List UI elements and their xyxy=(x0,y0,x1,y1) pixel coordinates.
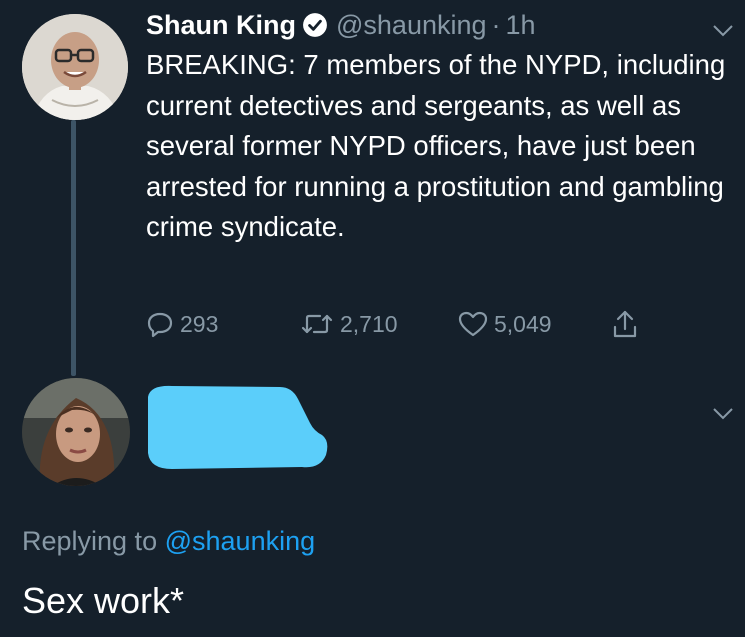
redacted-username-scribble xyxy=(148,385,328,469)
tweet-header: Shaun King @shaunking · 1h xyxy=(146,6,536,44)
share-button[interactable] xyxy=(612,304,644,344)
heart-icon xyxy=(458,311,488,337)
replying-to-label: Replying to xyxy=(22,526,158,556)
reply-count: 293 xyxy=(180,310,219,337)
replying-to-line: Replying to @shaunking xyxy=(22,526,315,557)
tweet-text: BREAKING: 7 members of the NYPD, includi… xyxy=(146,49,726,242)
display-name[interactable]: Shaun King xyxy=(146,10,296,41)
avatar-replier[interactable] xyxy=(22,378,130,486)
avatar-shaun-king[interactable] xyxy=(22,14,128,120)
reply-bubble-icon xyxy=(147,312,173,338)
verified-badge-icon xyxy=(303,13,327,37)
tweet-timestamp[interactable]: 1h xyxy=(506,10,536,41)
like-count: 5,049 xyxy=(494,310,552,337)
tweet-thread: Shaun King @shaunking · 1h BREAKING: 7 m… xyxy=(0,0,745,637)
retweet-button[interactable]: 2,710 xyxy=(300,304,398,344)
replying-to-mention[interactable]: @shaunking xyxy=(165,526,316,556)
share-icon xyxy=(613,310,637,338)
reply-text: Sex work* xyxy=(22,580,185,621)
thread-connector-line xyxy=(71,120,76,376)
reply-button[interactable]: 293 xyxy=(146,304,218,344)
chevron-down-icon[interactable] xyxy=(712,407,734,421)
chevron-down-icon[interactable] xyxy=(712,24,734,38)
user-handle[interactable]: @shaunking xyxy=(336,10,487,41)
like-button[interactable]: 5,049 xyxy=(458,304,552,344)
separator-dot: · xyxy=(491,9,501,40)
retweet-count: 2,710 xyxy=(340,310,398,337)
tweet-actions: 293 2,710 5,049 xyxy=(146,304,666,344)
retweet-icon xyxy=(301,314,333,334)
